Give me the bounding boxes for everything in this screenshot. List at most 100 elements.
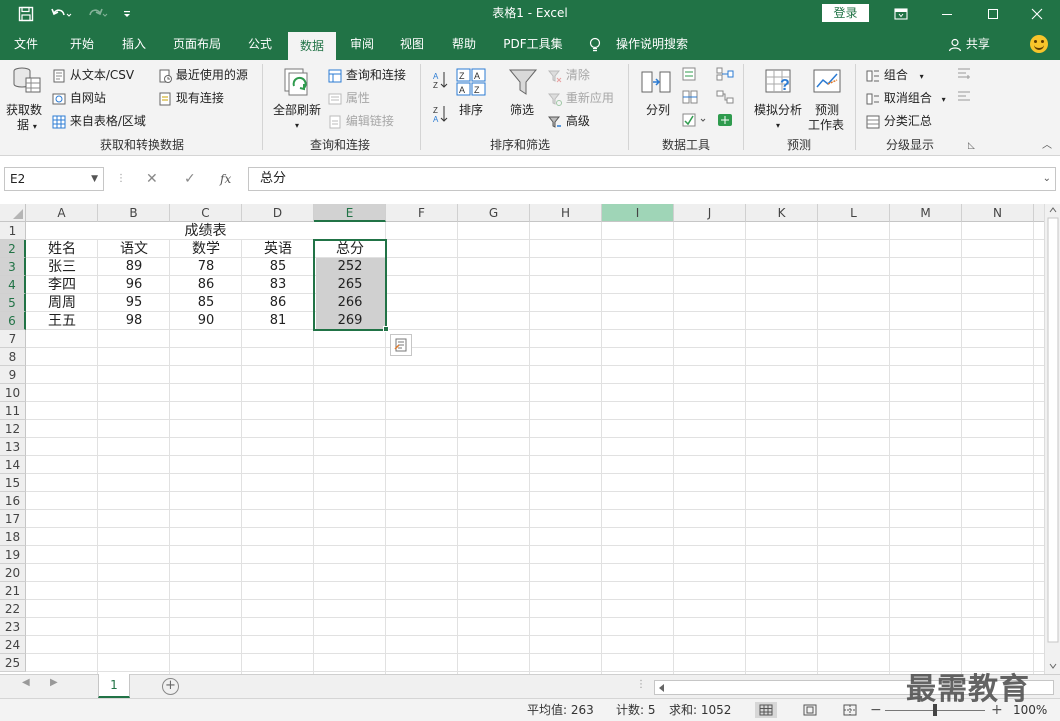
recent-sources-button[interactable]: 最近使用的源: [158, 67, 248, 83]
filter-button[interactable]: 筛选: [510, 102, 534, 118]
row-header-22[interactable]: 22: [0, 600, 26, 618]
sheet-tab-1[interactable]: 1: [98, 674, 130, 698]
edit-links-button[interactable]: 编辑链接: [328, 113, 394, 129]
table-cell-chinese[interactable]: 89: [98, 258, 170, 276]
refresh-dropdown-icon[interactable]: ▾: [295, 118, 299, 134]
row-header-25[interactable]: 25: [0, 654, 26, 672]
row-header-20[interactable]: 20: [0, 564, 26, 582]
row-header-5[interactable]: 5: [0, 294, 26, 312]
sort-button[interactable]: 排序: [459, 102, 483, 118]
group-button[interactable]: 组合 ▾: [866, 67, 924, 85]
row-header-17[interactable]: 17: [0, 510, 26, 528]
tab-home[interactable]: 开始: [60, 28, 104, 60]
row-header-2[interactable]: 2: [0, 240, 26, 258]
existing-connections-button[interactable]: 现有连接: [158, 90, 224, 106]
header-cell-english[interactable]: 英语: [242, 240, 314, 258]
forecast-sheet-label-2[interactable]: 工作表: [808, 117, 844, 133]
hide-detail-icon[interactable]: [956, 89, 972, 107]
tab-data[interactable]: 数据: [288, 32, 336, 60]
column-header-n[interactable]: N: [962, 204, 1034, 222]
row-header-10[interactable]: 10: [0, 384, 26, 402]
get-data-icon[interactable]: [12, 64, 42, 99]
tab-insert[interactable]: 插入: [112, 28, 156, 60]
redo-icon[interactable]: [82, 0, 112, 28]
tab-formulas[interactable]: 公式: [238, 28, 282, 60]
forecast-sheet-icon[interactable]: [812, 68, 842, 99]
row-header-4[interactable]: 4: [0, 276, 26, 294]
text-to-columns-icon[interactable]: [640, 68, 672, 99]
table-cell-math[interactable]: 85: [170, 294, 242, 312]
enter-formula-icon[interactable]: ✓: [184, 167, 196, 191]
collapse-ribbon-icon[interactable]: ︿: [1042, 138, 1052, 154]
row-header-9[interactable]: 9: [0, 366, 26, 384]
tab-help[interactable]: 帮助: [442, 28, 486, 60]
advanced-filter-button[interactable]: 高级: [548, 113, 590, 129]
insert-function-icon[interactable]: fx: [220, 167, 231, 191]
quick-analysis-button[interactable]: [390, 334, 412, 356]
row-header-13[interactable]: 13: [0, 438, 26, 456]
header-cell-math[interactable]: 数学: [170, 240, 242, 258]
row-header-14[interactable]: 14: [0, 456, 26, 474]
row-header-3[interactable]: 3: [0, 258, 26, 276]
next-sheet-icon[interactable]: ▶: [50, 677, 58, 688]
vertical-scrollbar[interactable]: [1044, 204, 1060, 674]
column-header-e[interactable]: E: [314, 204, 386, 222]
column-header-c[interactable]: C: [170, 204, 242, 222]
table-cell-math[interactable]: 90: [170, 312, 242, 330]
queries-connections-button[interactable]: 查询和连接: [328, 67, 406, 83]
data-validation-icon[interactable]: [682, 112, 708, 132]
refresh-all-button[interactable]: 全部刷新: [273, 102, 321, 118]
consolidate-icon[interactable]: [716, 66, 734, 86]
subtotal-button[interactable]: 分类汇总: [866, 113, 932, 129]
what-if-dropdown-icon[interactable]: ▾: [776, 118, 780, 134]
table-cell-english[interactable]: 85: [242, 258, 314, 276]
clear-filter-button[interactable]: 清除: [548, 67, 590, 83]
customize-qat-icon[interactable]: [118, 0, 136, 28]
table-cell-chinese[interactable]: 98: [98, 312, 170, 330]
column-header-a[interactable]: A: [26, 204, 98, 222]
sheet-title-cell[interactable]: 成绩表: [26, 222, 385, 239]
maximize-icon[interactable]: [970, 0, 1016, 28]
row-header-19[interactable]: 19: [0, 546, 26, 564]
feedback-smiley-icon[interactable]: [1030, 35, 1048, 53]
get-data-button[interactable]: 据 ▾: [17, 117, 37, 135]
row-header-7[interactable]: 7: [0, 330, 26, 348]
tab-file[interactable]: 文件: [4, 28, 48, 60]
name-box-dropdown-icon[interactable]: ▼: [91, 168, 98, 190]
remove-duplicates-icon[interactable]: [682, 89, 698, 109]
row-header-15[interactable]: 15: [0, 474, 26, 492]
column-header-g[interactable]: G: [458, 204, 530, 222]
sort-ascending-icon[interactable]: AZ: [432, 70, 448, 94]
what-if-analysis-icon[interactable]: ?: [764, 68, 794, 99]
ribbon-display-options-icon[interactable]: [878, 0, 924, 28]
column-header-l[interactable]: L: [818, 204, 890, 222]
row-header-21[interactable]: 21: [0, 582, 26, 600]
row-header-23[interactable]: 23: [0, 618, 26, 636]
table-cell-chinese[interactable]: 96: [98, 276, 170, 294]
row-header-24[interactable]: 24: [0, 636, 26, 654]
row-header-12[interactable]: 12: [0, 420, 26, 438]
column-header-i[interactable]: I: [602, 204, 674, 222]
relationships-icon[interactable]: [716, 89, 734, 109]
row-header-1[interactable]: 1: [0, 222, 26, 240]
tab-split-grip-icon[interactable]: ⋮: [636, 679, 646, 690]
table-cell-english[interactable]: 86: [242, 294, 314, 312]
fill-handle[interactable]: [383, 326, 389, 332]
header-cell-chinese[interactable]: 语文: [98, 240, 170, 258]
login-button[interactable]: 登录: [822, 4, 869, 22]
text-to-columns-button[interactable]: 分列: [646, 102, 670, 118]
from-web-button[interactable]: 自网站: [52, 90, 106, 106]
table-cell-english[interactable]: 81: [242, 312, 314, 330]
what-if-analysis-button[interactable]: 模拟分析: [754, 102, 802, 118]
prev-sheet-icon[interactable]: ◀: [22, 677, 30, 688]
table-cell-english[interactable]: 83: [242, 276, 314, 294]
add-sheet-button[interactable]: +: [162, 678, 179, 695]
table-cell-chinese[interactable]: 95: [98, 294, 170, 312]
forecast-sheet-label-1[interactable]: 预测: [815, 102, 839, 118]
table-cell-name[interactable]: 李四: [26, 276, 98, 294]
get-data-label-1[interactable]: 获取数: [6, 102, 42, 118]
column-header-m[interactable]: M: [890, 204, 962, 222]
row-header-8[interactable]: 8: [0, 348, 26, 366]
tab-page-layout[interactable]: 页面布局: [166, 28, 228, 60]
column-header-b[interactable]: B: [98, 204, 170, 222]
